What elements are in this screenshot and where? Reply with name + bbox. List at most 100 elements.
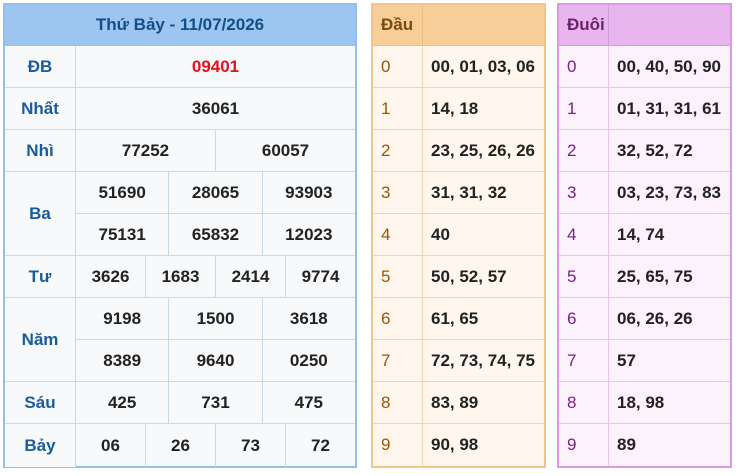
head-digit: 2 (373, 130, 423, 171)
prize-number-nam: 8389 (76, 340, 170, 381)
head-numbers: 90, 98 (431, 435, 479, 454)
head-numbers: 14, 18 (431, 98, 479, 118)
tail-row: 2 32, 52, 72 (559, 130, 730, 172)
tail-digit-table: Đuôi 0 00, 40, 50, 90 1 01, 31, 31, 61 2 32… (557, 3, 732, 468)
prize-number-bay: 73 (216, 424, 286, 467)
tail-digit: 3 (559, 172, 609, 213)
tail-digit: 0 (559, 46, 609, 87)
head-table-header: Đầu (373, 5, 544, 46)
prize-label-bay: Bảy (5, 424, 76, 467)
prize-number-db: 09401 (191, 56, 240, 76)
tail-numbers: 06, 26, 26 (617, 308, 693, 328)
tail-row: 9 89 (559, 424, 730, 466)
tail-row: 6 06, 26, 26 (559, 298, 730, 340)
prize-row-sau: Sáu 425 731 475 (5, 382, 355, 424)
tail-row: 4 14, 74 (559, 214, 730, 256)
head-digit: 7 (373, 340, 423, 381)
head-digit: 4 (373, 214, 423, 255)
head-numbers: 23, 25, 26, 26 (431, 140, 535, 160)
prize-label-nhat: Nhất (5, 88, 76, 129)
head-digit: 9 (373, 424, 423, 466)
tail-numbers: 14, 74 (617, 224, 665, 244)
tail-numbers: 00, 40, 50, 90 (617, 56, 721, 76)
tail-digit: 4 (559, 214, 609, 255)
head-numbers: 50, 52, 57 (431, 266, 507, 286)
tail-numbers: 57 (617, 350, 636, 370)
head-row: 7 72, 73, 74, 75 (373, 340, 544, 382)
tail-numbers: 18, 98 (617, 392, 665, 412)
tail-table-title: Đuôi (559, 5, 609, 45)
head-row: 5 50, 52, 57 (373, 256, 544, 298)
prize-number-tu: 2414 (216, 256, 286, 297)
head-numbers: 61, 65 (431, 308, 479, 328)
head-row: 6 61, 65 (373, 298, 544, 340)
prize-row-bay: Bảy 06 26 73 72 (5, 424, 355, 467)
head-row: 8 83, 89 (373, 382, 544, 424)
head-digit-table: Đầu 0 00, 01, 03, 06 1 14, 18 2 23, 25, 26,… (371, 3, 546, 468)
prize-number-sau: 731 (169, 382, 263, 423)
tail-row: 0 00, 40, 50, 90 (559, 46, 730, 88)
prize-row-tu: Tư 3626 1683 2414 9774 (5, 256, 355, 298)
tail-numbers: 25, 65, 75 (617, 266, 693, 286)
prize-label-ba: Ba (5, 172, 76, 255)
head-row: 0 00, 01, 03, 06 (373, 46, 544, 88)
head-digit: 1 (373, 88, 423, 129)
prize-number-sau: 475 (294, 392, 323, 412)
prize-label-db: ĐB (5, 46, 76, 87)
prize-row-nhat: Nhất 36061 (5, 88, 355, 130)
prize-number-ba: 65832 (169, 214, 263, 255)
prize-number-nam: 0250 (289, 350, 328, 370)
tail-digit: 8 (559, 382, 609, 423)
tail-digit: 5 (559, 256, 609, 297)
prize-number-nam: 9198 (76, 298, 170, 339)
tail-row: 5 25, 65, 75 (559, 256, 730, 298)
prize-number-tu: 3626 (76, 256, 146, 297)
prize-number-bay: 06 (76, 424, 146, 467)
head-numbers: 72, 73, 74, 75 (431, 350, 535, 370)
results-date-header: Thứ Bảy - 11/07/2026 (5, 5, 355, 46)
prize-row-db: ĐB 09401 (5, 46, 355, 88)
prize-number-ba: 51690 (76, 172, 170, 213)
prize-row-nhi: Nhì 77252 60057 (5, 130, 355, 172)
tail-row: 7 57 (559, 340, 730, 382)
prize-label-nhi: Nhì (5, 130, 76, 171)
tail-digit: 7 (559, 340, 609, 381)
prize-label-tu: Tư (5, 256, 76, 297)
tail-numbers: 03, 23, 73, 83 (617, 182, 721, 202)
tail-numbers: 89 (617, 435, 636, 454)
prize-number-nhi: 60057 (261, 140, 310, 160)
tail-digit: 9 (559, 424, 609, 466)
tail-digit: 6 (559, 298, 609, 339)
prize-number-tu: 1683 (146, 256, 216, 297)
tail-digit: 2 (559, 130, 609, 171)
head-row: 1 14, 18 (373, 88, 544, 130)
prize-number-bay: 26 (146, 424, 216, 467)
head-digit: 6 (373, 298, 423, 339)
prize-row-nam: Năm 9198 1500 3618 8389 9640 0250 (5, 298, 355, 382)
head-row: 4 40 (373, 214, 544, 256)
head-row: 9 90, 98 (373, 424, 544, 466)
tail-numbers: 32, 52, 72 (617, 140, 693, 160)
tail-row: 1 01, 31, 31, 61 (559, 88, 730, 130)
prize-number-bay: 72 (311, 435, 330, 455)
head-digit: 8 (373, 382, 423, 423)
prize-row-ba: Ba 51690 28065 93903 75131 65832 12023 (5, 172, 355, 256)
head-row: 2 23, 25, 26, 26 (373, 130, 544, 172)
prize-number-ba: 28065 (169, 172, 263, 213)
head-digit: 3 (373, 172, 423, 213)
prize-number-nam: 1500 (169, 298, 263, 339)
prize-number-ba: 12023 (285, 224, 333, 244)
tail-row: 8 18, 98 (559, 382, 730, 424)
tail-row: 3 03, 23, 73, 83 (559, 172, 730, 214)
prize-number-nam: 9640 (169, 340, 263, 381)
head-row: 3 31, 31, 32 (373, 172, 544, 214)
head-numbers: 00, 01, 03, 06 (431, 56, 535, 76)
prize-number-sau: 425 (76, 382, 170, 423)
tail-table-header: Đuôi (559, 5, 730, 46)
tail-numbers: 01, 31, 31, 61 (617, 98, 721, 118)
head-numbers: 83, 89 (431, 392, 479, 412)
head-digit: 5 (373, 256, 423, 297)
prize-label-sau: Sáu (5, 382, 76, 423)
results-table: Thứ Bảy - 11/07/2026 ĐB 09401 Nhất 36061… (3, 3, 357, 468)
prize-number-nhat: 36061 (191, 98, 240, 118)
